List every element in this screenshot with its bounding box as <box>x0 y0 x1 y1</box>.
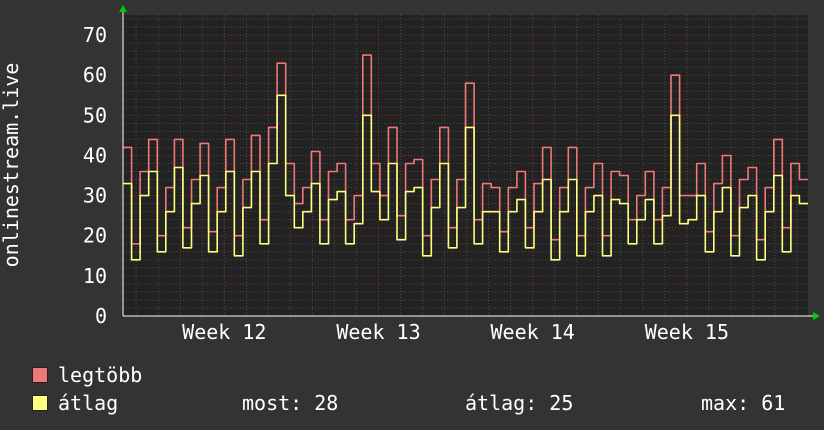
legend-avg-swatch <box>32 395 48 411</box>
y-axis-arrow <box>119 5 127 12</box>
stat-maximum: max: 61 <box>701 391 786 415</box>
chart-svg: 0 10 20 30 40 50 60 70 Week 12 Week 13 Week 14 Week… <box>0 5 820 344</box>
y-tick-label: 60 <box>83 63 107 87</box>
y-axis-label: onlinestream.live <box>0 63 23 268</box>
stat-current: most: 28 <box>242 391 339 415</box>
y-tick-label: 0 <box>95 304 107 328</box>
legend-max-swatch <box>32 367 48 383</box>
y-tick-label: 20 <box>83 224 107 248</box>
rrd-graph: 0 10 20 30 40 50 60 70 Week 12 Week 13 Week 14 Week… <box>0 0 824 430</box>
x-tick-label: Week 12 <box>182 320 266 344</box>
legend-avg: átlag <box>32 393 118 413</box>
stat-average: átlag: 25 <box>465 391 574 415</box>
x-axis-arrow <box>813 312 820 320</box>
y-tick-label: 70 <box>83 23 107 47</box>
y-tick-label: 40 <box>83 143 107 167</box>
x-tick-label: Week 13 <box>336 320 420 344</box>
x-tick-label: Week 14 <box>491 320 575 344</box>
y-tick-label: 50 <box>83 103 107 127</box>
legend-max: legtöbb <box>32 365 142 385</box>
legend-max-label: legtöbb <box>58 363 143 387</box>
y-tick-label: 30 <box>83 184 107 208</box>
legend-avg-label: átlag <box>58 391 119 415</box>
y-tick-label: 10 <box>83 264 107 288</box>
x-tick-label: Week 15 <box>645 320 729 344</box>
